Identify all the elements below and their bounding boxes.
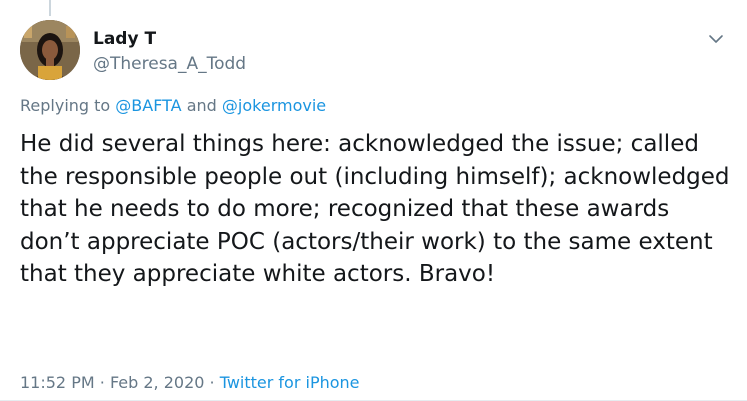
avatar[interactable] [20,20,80,80]
display-name[interactable]: Lady T [93,28,156,50]
mention-link-bafta[interactable]: @BAFTA [115,96,181,115]
meta-separator: · [99,373,105,392]
chevron-down-icon[interactable] [705,28,727,50]
user-handle[interactable]: @Theresa_A_Todd [93,53,246,75]
tweet-date[interactable]: Feb 2, 2020 [110,373,204,392]
replying-prefix: Replying to [20,96,111,115]
tweet-card: Lady T @Theresa_A_Todd Replying to @BAFT… [0,0,747,401]
tweet-time[interactable]: 11:52 PM [20,373,95,392]
mention-link-jokermovie[interactable]: @jokermovie [222,96,326,115]
tweet-meta: 11:52 PM · Feb 2, 2020 · Twitter for iPh… [20,372,360,394]
reply-context: Replying to @BAFTA and @jokermovie [20,95,326,117]
profile-photo-icon [20,20,80,80]
thread-connector-line [49,0,51,16]
replying-conjunction: and [186,96,217,115]
meta-separator: · [209,373,215,392]
tweet-text: He did several things here: acknowledged… [20,131,730,287]
tweet-source-link[interactable]: Twitter for iPhone [220,373,360,392]
